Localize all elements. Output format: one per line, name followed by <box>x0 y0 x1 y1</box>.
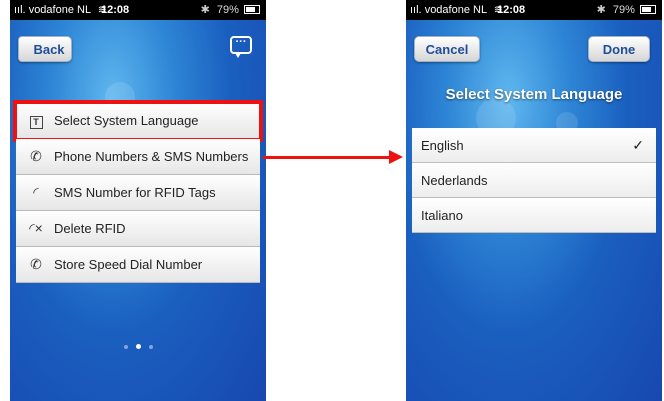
language-list: English ✓ Nederlands Italiano <box>412 128 656 233</box>
battery-icon <box>640 5 656 14</box>
status-bar: ııl. vodafone NL ≋ 12:08 ✱ 79% <box>406 0 662 20</box>
chat-bubble-icon[interactable]: ··· <box>230 36 252 58</box>
clock-time: 12:08 <box>497 4 526 16</box>
menu-item-select-language[interactable]: T Select System Language <box>13 100 263 142</box>
menu-item-phone-numbers[interactable]: ✆ Phone Numbers & SMS Numbers <box>16 139 260 175</box>
signal-icon: ııl. <box>410 4 422 16</box>
phone-add-icon: ✆ <box>30 148 42 164</box>
rfid-icon: ◜ <box>33 184 39 200</box>
language-label: Nederlands <box>421 173 488 188</box>
annotation-arrow-head <box>389 150 403 164</box>
menu-item-label: Phone Numbers & SMS Numbers <box>54 149 249 164</box>
rfid-delete-icon: ◜× <box>29 220 43 236</box>
annotation-arrow-line <box>263 156 391 159</box>
language-option-english[interactable]: English ✓ <box>412 128 656 163</box>
clock-time: 12:08 <box>101 4 130 16</box>
status-bar: ııl. vodafone NL ≋ 12:08 ✱ 79% <box>10 0 266 20</box>
page-indicator[interactable] <box>10 336 266 354</box>
cancel-button[interactable]: Cancel <box>414 36 480 62</box>
screen-title: Select System Language <box>445 86 623 103</box>
main-menu-screen: ııl. vodafone NL ≋ 12:08 ✱ 79% Back ··· … <box>10 0 266 401</box>
phone-icon: ✆ <box>30 256 42 272</box>
language-option-italiano[interactable]: Italiano <box>412 198 656 233</box>
menu-item-label: SMS Number for RFID Tags <box>54 185 216 200</box>
back-button[interactable]: Back <box>18 36 72 62</box>
battery-status: ✱ 79% <box>201 0 260 20</box>
bluetooth-icon: ✱ <box>596 4 606 16</box>
menu-item-delete-rfid[interactable]: ◜× Delete RFID <box>16 211 260 247</box>
menu-item-speed-dial[interactable]: ✆ Store Speed Dial Number <box>16 247 260 283</box>
carrier-label: ııl. vodafone NL ≋ <box>410 0 503 20</box>
menu-item-label: Store Speed Dial Number <box>54 257 203 272</box>
carrier-label: ııl. vodafone NL ≋ <box>14 0 107 20</box>
menu-item-label: Select System Language <box>54 113 199 128</box>
menu-item-sms-rfid[interactable]: ◜ SMS Number for RFID Tags <box>16 175 260 211</box>
page-dot-active <box>135 344 141 349</box>
done-button[interactable]: Done <box>588 36 650 62</box>
language-option-nederlands[interactable]: Nederlands <box>412 163 656 198</box>
signal-icon: ııl. <box>14 4 26 16</box>
language-screen: ııl. vodafone NL ≋ 12:08 ✱ 79% Cancel Do… <box>406 0 662 401</box>
text-icon: T <box>26 112 46 129</box>
language-label: Italiano <box>421 208 463 223</box>
bluetooth-icon: ✱ <box>200 4 210 16</box>
page-dot <box>123 345 128 349</box>
settings-menu: T Select System Language ✆ Phone Numbers… <box>13 100 263 283</box>
page-dot <box>148 345 153 349</box>
checkmark-icon: ✓ <box>632 137 644 153</box>
battery-icon <box>244 5 260 14</box>
language-label: English <box>421 138 464 153</box>
menu-item-label: Delete RFID <box>54 221 126 236</box>
battery-status: ✱ 79% <box>597 0 656 20</box>
